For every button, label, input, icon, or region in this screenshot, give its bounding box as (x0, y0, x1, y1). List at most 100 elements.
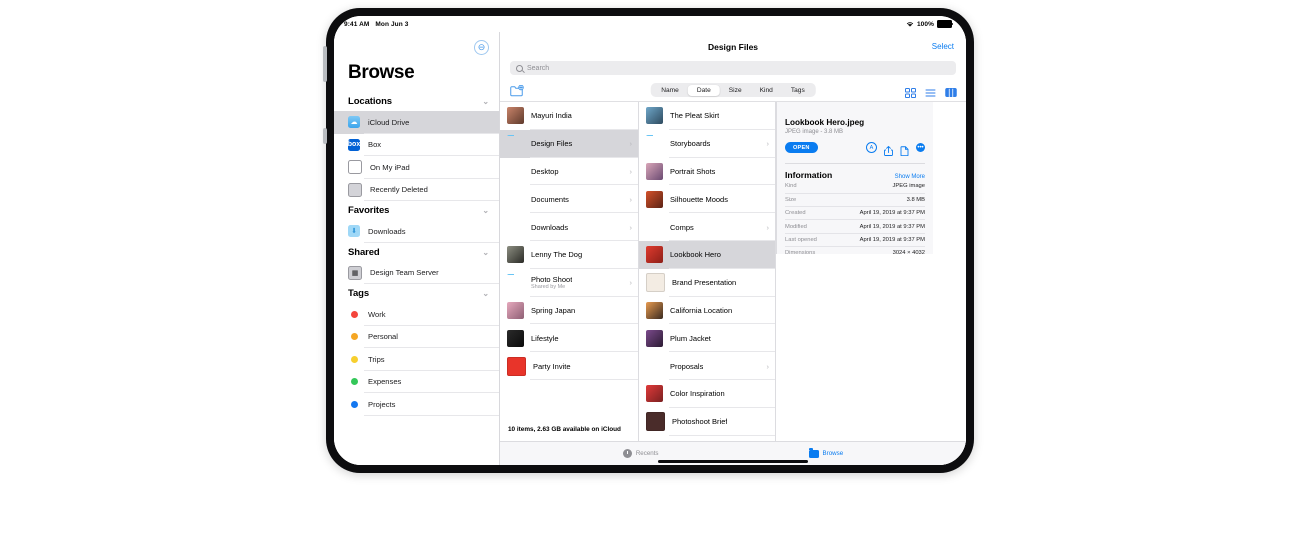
file-row[interactable]: ⬇ Downloads › (500, 213, 638, 241)
portrait-thumb (507, 107, 524, 125)
info-row: Last opened April 19, 2019 at 9:37 PM (785, 234, 925, 248)
sidebar-tag-personal[interactable]: Personal (334, 326, 499, 348)
file-row[interactable]: Design Files › (500, 129, 638, 158)
chevron-right-icon[interactable]: › (630, 195, 633, 204)
share-icon[interactable] (884, 143, 893, 156)
tab-recents[interactable]: Recents (622, 449, 659, 458)
column-browser: Mayuri India Design Files › ▭ Desktop › ▤ Docum… (500, 101, 966, 441)
file-row[interactable]: Party Invite (500, 352, 638, 380)
sidebar-group-tags[interactable]: Tags ⌄ (334, 284, 499, 303)
file-list-two[interactable]: The Pleat Skirt Storyboards › Portrait Shot… (639, 102, 775, 441)
file-row[interactable]: Silhouette Moods (639, 185, 775, 214)
breadcrumb-title: Design Files (707, 41, 759, 52)
file-row[interactable]: Comps › (639, 213, 775, 241)
divider (364, 283, 499, 284)
new-folder-icon[interactable] (510, 84, 524, 97)
markup-icon[interactable]: A (866, 142, 877, 154)
chevron-down-icon[interactable]: ⌄ (482, 206, 489, 215)
battery-percent: 100% (916, 20, 934, 28)
file-row[interactable]: The Pleat Skirt (639, 102, 775, 130)
file-row[interactable]: ▭ Desktop › (500, 158, 638, 186)
preview-file-meta: JPEG image - 3.8 MB (785, 129, 844, 135)
pleat-skirt-thumb (646, 107, 663, 125)
file-row[interactable]: Lookbook Hero (639, 240, 775, 269)
sidebar-item-downloads[interactable]: ⬇ Downloads (334, 220, 499, 243)
file-row[interactable]: Spring Japan (500, 297, 638, 325)
info-row: Created April 19, 2019 at 9:37 PM (785, 207, 925, 221)
chevron-right-icon[interactable]: › (630, 167, 633, 176)
home-indicator[interactable] (658, 459, 808, 463)
volume-up-button[interactable] (323, 46, 327, 82)
file-row[interactable]: Proposals › (639, 352, 775, 380)
downloads-folder-icon: ⬇ (348, 225, 360, 238)
file-row[interactable]: ⋯ Photo ShootShared by Me › (500, 269, 638, 297)
sidebar-group-shared[interactable]: Shared ⌄ (334, 243, 499, 262)
file-row[interactable]: Mayuri India (500, 102, 638, 130)
chevron-right-icon[interactable]: › (767, 139, 770, 148)
sidebar-item-design-team-server[interactable]: ▦ Design Team Server (334, 262, 499, 284)
file-row[interactable]: Lenny The Dog (500, 241, 638, 269)
search-input[interactable]: Search (510, 61, 956, 75)
chevron-right-icon[interactable]: › (630, 139, 633, 148)
sort-option-size[interactable]: Size (720, 85, 751, 96)
california-thumb (646, 301, 663, 319)
sidebar-item-on-my-ipad[interactable]: On My iPad (334, 156, 499, 179)
file-name: Storyboards (670, 139, 711, 149)
sidebar-collapse-icon[interactable]: ⊖ (474, 39, 489, 55)
sort-option-date[interactable]: Date (687, 84, 720, 96)
sort-option-name[interactable]: Name (652, 85, 688, 96)
open-button[interactable]: OPEN (785, 142, 818, 154)
chevron-down-icon[interactable]: ⌄ (482, 289, 489, 298)
chevron-right-icon[interactable]: › (630, 278, 633, 287)
file-row[interactable]: California Location (639, 297, 775, 325)
more-icon[interactable]: ••• (916, 143, 925, 153)
preview-file-name: Lookbook Hero.jpeg (785, 118, 865, 127)
file-name: Color Inspiration (670, 389, 725, 399)
chevron-right-icon[interactable]: › (767, 362, 770, 371)
grid-view-icon[interactable] (905, 85, 916, 98)
photoshoot-brief-thumb (646, 412, 665, 432)
file-row[interactable]: Storyboards › (639, 130, 775, 158)
sort-segmented-control[interactable]: Name Date Size Kind Tags (650, 83, 816, 97)
chevron-right-icon[interactable]: › (630, 223, 633, 232)
sidebar-tag-label: Personal (368, 332, 398, 342)
chevron-right-icon[interactable]: › (767, 223, 770, 232)
sidebar-scroll-area[interactable]: Locations ⌄ ☁ iCloud Drive box Box On My iPad R… (334, 92, 499, 465)
plum-jacket-thumb (646, 329, 663, 347)
chevron-down-icon[interactable]: ⌄ (482, 97, 489, 106)
sidebar-tag-expenses[interactable]: Expenses (334, 371, 499, 393)
sort-option-kind[interactable]: Kind (751, 85, 782, 96)
file-row[interactable]: Portrait Shots (639, 158, 775, 186)
column-view-icon[interactable] (945, 85, 957, 98)
file-list-one[interactable]: Mayuri India Design Files › ▭ Desktop › ▤ Docum… (500, 102, 638, 420)
list-view-icon[interactable] (925, 85, 936, 97)
tab-browse[interactable]: Browse (808, 448, 844, 458)
folder-icon (507, 135, 524, 152)
sidebar-item-icloud-drive[interactable]: ☁ iCloud Drive (334, 111, 499, 134)
info-key: Last opened (785, 236, 817, 243)
file-row[interactable]: ▤ Documents › (500, 185, 638, 214)
file-row[interactable]: Lifestyle (500, 324, 638, 353)
search-row: Search (500, 61, 966, 79)
select-button[interactable]: Select (932, 42, 954, 51)
sidebar-tag-trips[interactable]: Trips (334, 348, 499, 371)
sidebar-group-favorites[interactable]: Favorites ⌄ (334, 201, 499, 220)
file-row[interactable]: Color Inspiration (639, 380, 775, 408)
view-toggle-group (905, 85, 957, 98)
sidebar-group-locations[interactable]: Locations ⌄ (334, 92, 499, 111)
sidebar-tag-work[interactable]: Work (334, 303, 499, 326)
sort-option-tags[interactable]: Tags (782, 85, 814, 96)
chevron-down-icon[interactable]: ⌄ (482, 248, 489, 257)
tab-browse-label: Browse (822, 450, 844, 457)
color-inspiration-thumb (646, 385, 663, 403)
file-row[interactable]: Brand Presentation (639, 269, 775, 297)
volume-down-button[interactable] (323, 128, 327, 144)
file-row[interactable]: Photoshoot Brief (639, 408, 775, 436)
sidebar-item-box[interactable]: box Box (334, 134, 499, 156)
file-name: Spring Japan (531, 305, 576, 315)
divider (669, 434, 775, 436)
sidebar-tag-projects[interactable]: Projects (334, 393, 499, 416)
duplicate-icon[interactable] (900, 143, 909, 156)
sidebar-item-recently-deleted[interactable]: Recently Deleted (334, 179, 499, 201)
file-row[interactable]: Plum Jacket (639, 324, 775, 353)
